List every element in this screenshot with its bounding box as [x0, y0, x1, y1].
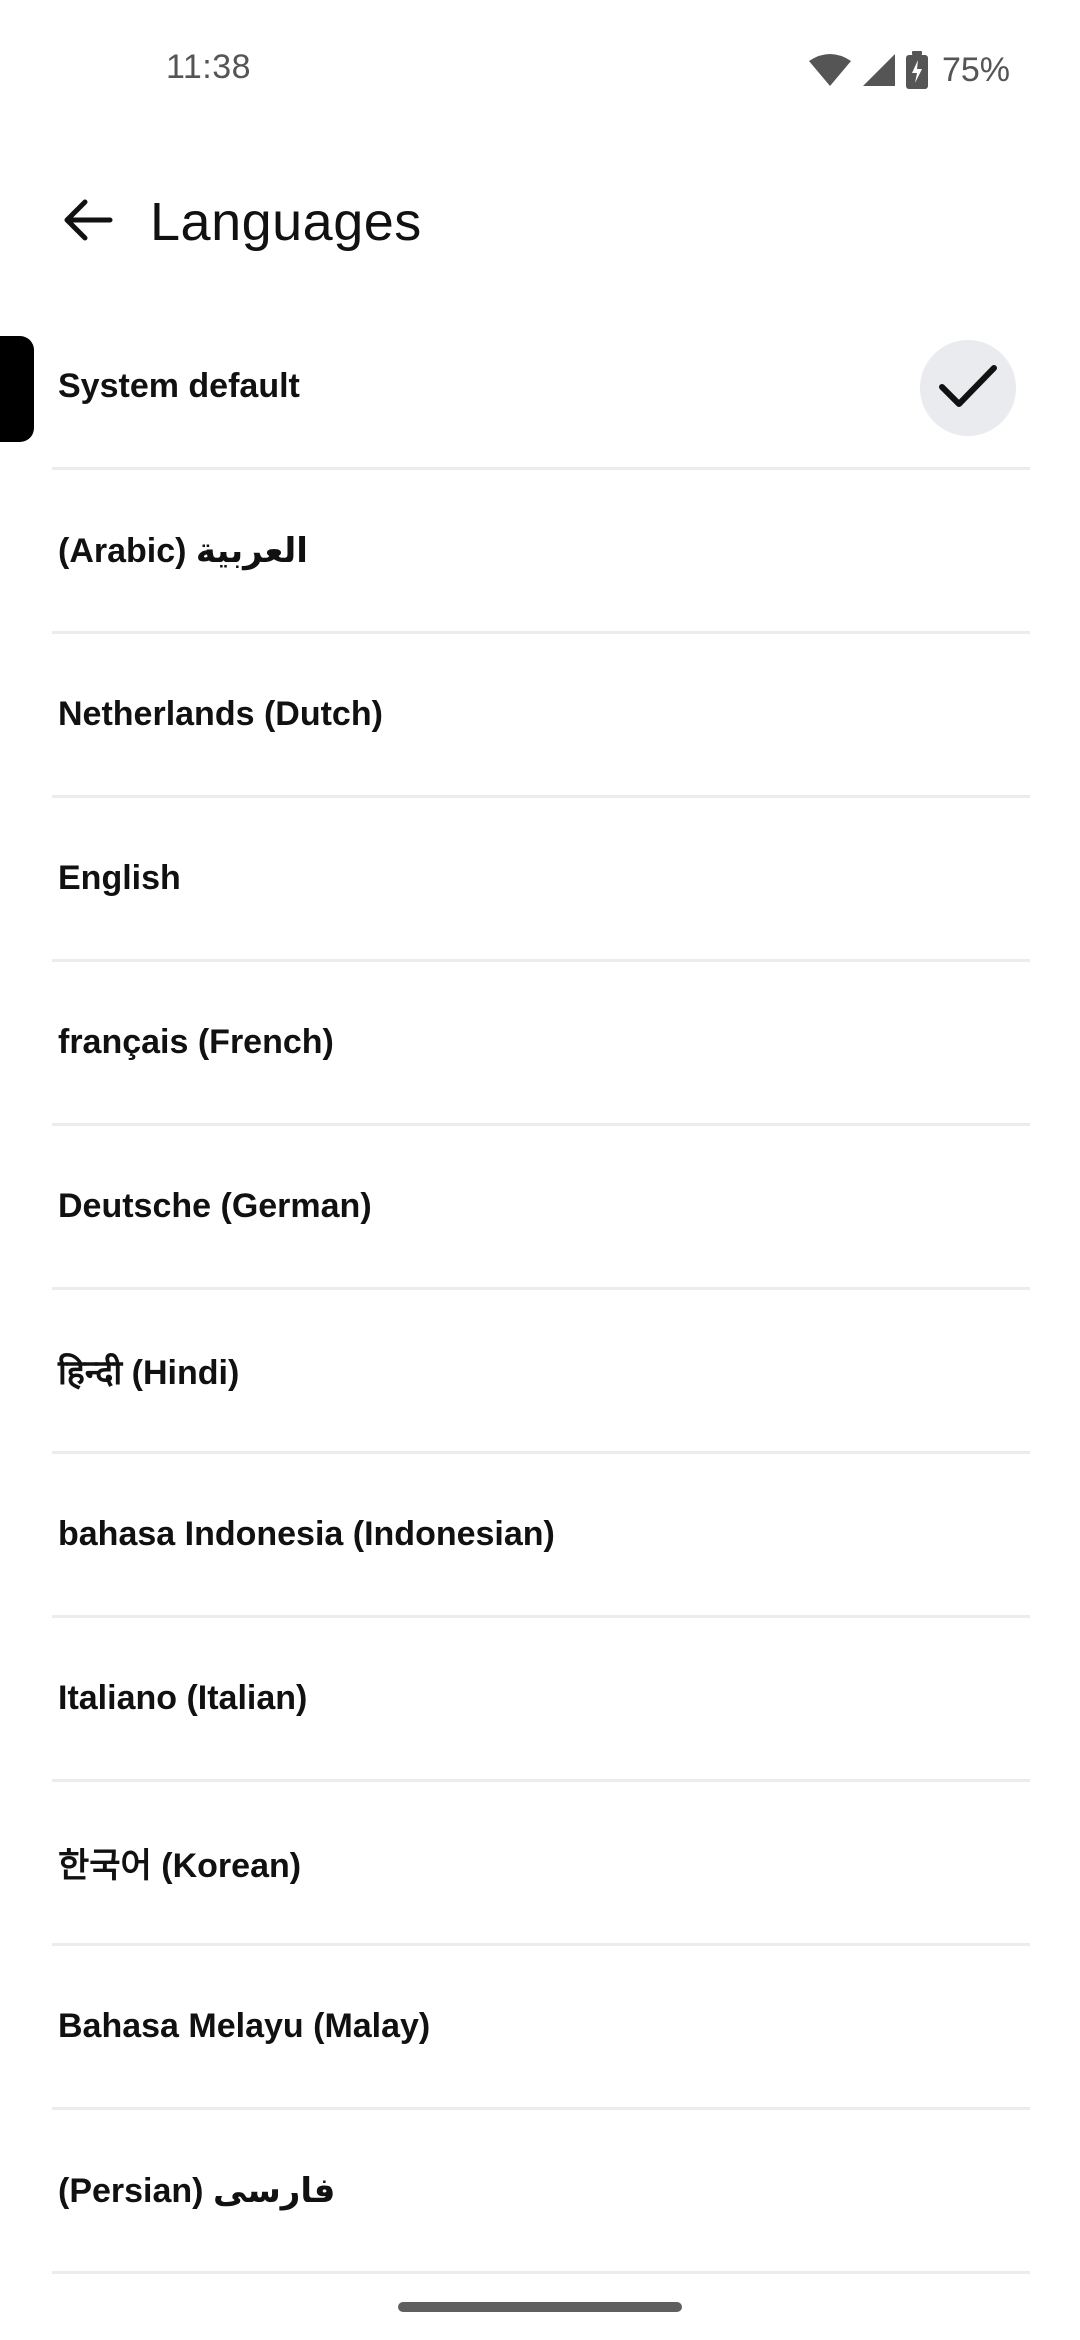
language-item-persian[interactable]: (Persian) فارسی — [52, 2110, 1030, 2274]
language-item-korean[interactable]: 한국어 (Korean) — [52, 1782, 1030, 1946]
status-time: 11:38 — [166, 48, 252, 86]
language-label: English — [58, 859, 181, 897]
language-item-hindi[interactable]: हिन्दी (Hindi) — [52, 1290, 1030, 1454]
page-title: Languages — [150, 192, 422, 252]
language-label: Bahasa Melayu (Malay) — [58, 2007, 431, 2045]
language-label: 한국어 (Korean) — [58, 1847, 302, 1885]
language-label: System default — [58, 367, 300, 405]
language-label: Deutsche (German) — [58, 1187, 372, 1225]
language-item-indonesian[interactable]: bahasa Indonesia (Indonesian) — [52, 1454, 1030, 1618]
gesture-nav-bar[interactable] — [398, 2302, 682, 2312]
language-label: हिन्दी (Hindi) — [58, 1353, 240, 1392]
language-item-malay[interactable]: Bahasa Melayu (Malay) — [52, 1946, 1030, 2110]
status-icons: 75% — [808, 48, 1010, 92]
language-item-dutch[interactable]: Netherlands (Dutch) — [52, 634, 1030, 798]
selected-indicator — [0, 336, 34, 442]
language-item-italian[interactable]: Italiano (Italian) — [52, 1618, 1030, 1782]
back-button[interactable] — [36, 170, 140, 274]
language-item-arabic[interactable]: (Arabic) العربية — [52, 470, 1030, 634]
battery-percentage: 75% — [941, 50, 1010, 89]
language-label: Netherlands (Dutch) — [58, 695, 383, 733]
language-label: Italiano (Italian) — [58, 1679, 308, 1717]
selected-check — [920, 340, 1016, 436]
language-list: System default (Arabic) العربية Netherla… — [0, 306, 1030, 2274]
cell-signal-icon — [862, 53, 896, 87]
language-label: bahasa Indonesia (Indonesian) — [58, 1515, 555, 1553]
language-label: (Arabic) العربية — [58, 531, 308, 570]
language-label: français (French) — [58, 1023, 334, 1061]
language-item-german[interactable]: Deutsche (German) — [52, 1126, 1030, 1290]
language-item-system-default[interactable]: System default — [0, 306, 1030, 470]
arrow-back-icon — [63, 199, 113, 246]
check-icon — [938, 363, 998, 414]
language-item-french[interactable]: français (French) — [52, 962, 1030, 1126]
battery-charging-icon — [905, 51, 928, 89]
language-item-english[interactable]: English — [52, 798, 1030, 962]
wifi-icon — [808, 53, 852, 87]
language-label: (Persian) فارسی — [58, 2171, 336, 2210]
status-bar: 11:38 75% — [0, 0, 1080, 140]
app-bar: Languages — [0, 170, 1080, 274]
